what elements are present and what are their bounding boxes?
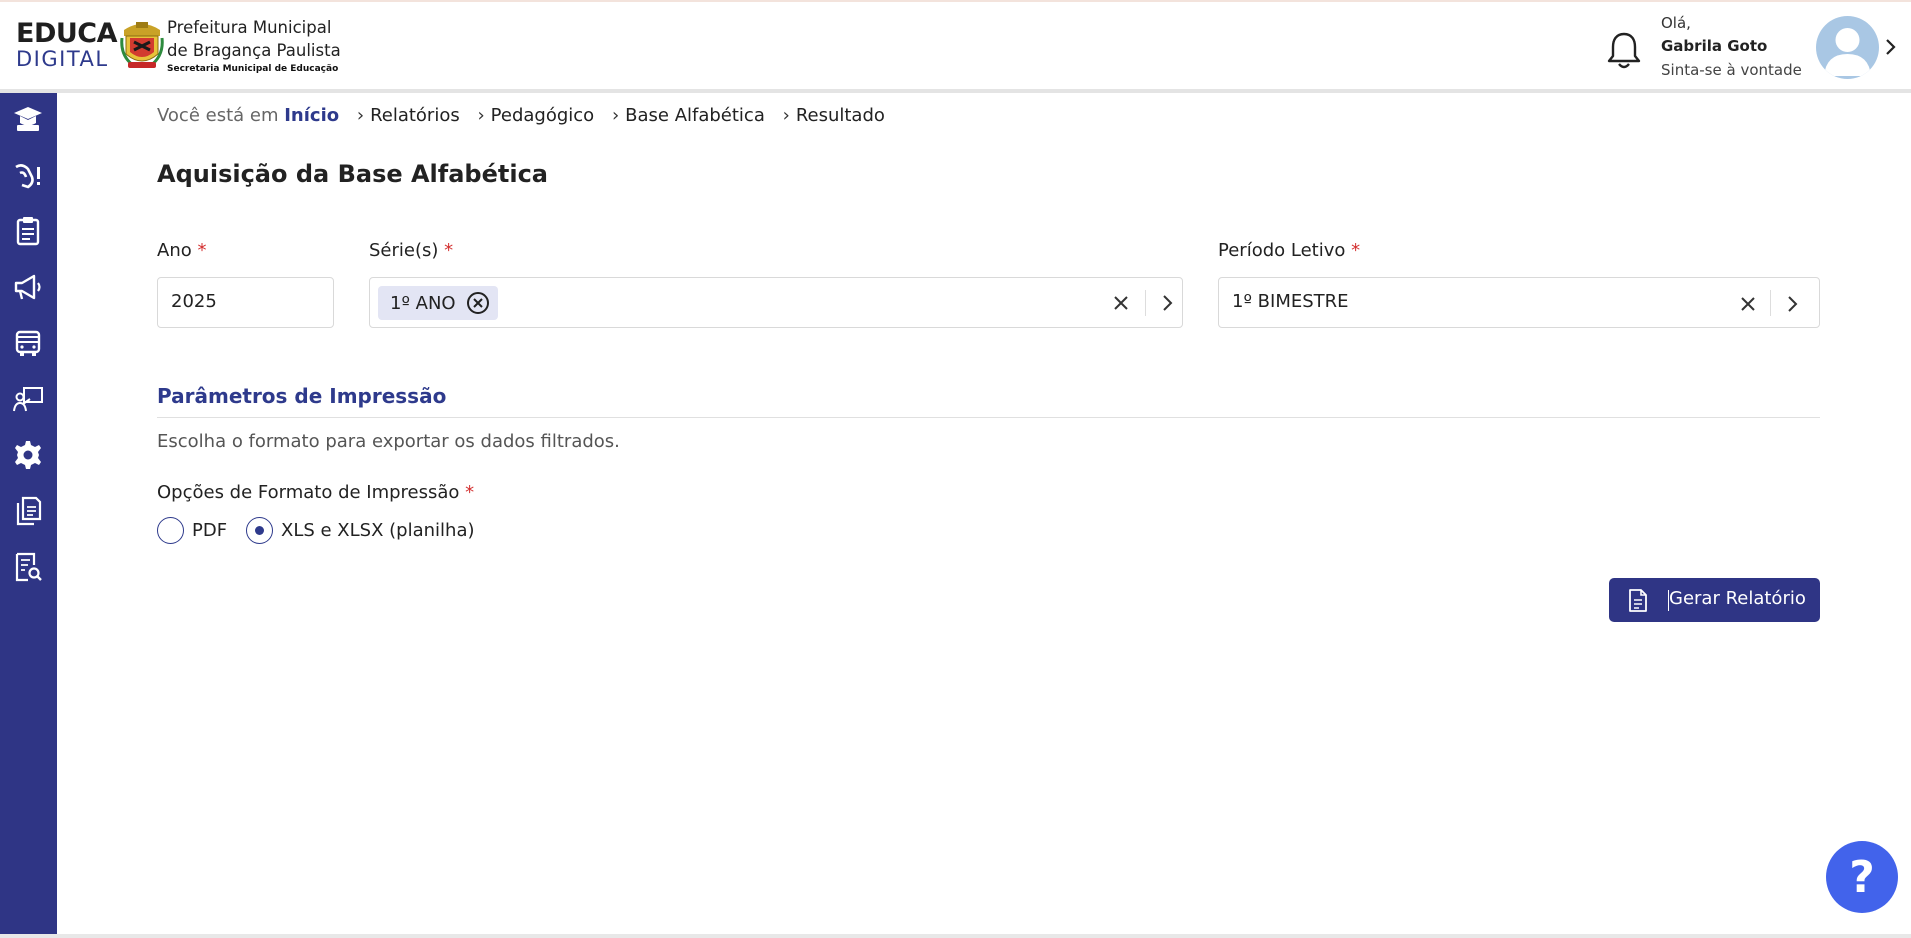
greeting-text: Olá, bbox=[1661, 14, 1691, 32]
format-options-label: Opções de Formato de Impressão * bbox=[157, 482, 474, 503]
print-params-title: Parâmetros de Impressão bbox=[157, 384, 447, 408]
sidebar bbox=[0, 93, 57, 938]
logo-digital-text: DIGITAL bbox=[16, 47, 109, 71]
breadcrumb: Você está em Início › Relatórios › Pedagóg… bbox=[157, 105, 885, 126]
clipboard-icon[interactable] bbox=[12, 215, 44, 247]
educa-digital-logo[interactable]: EDUCA DIGITAL bbox=[16, 18, 118, 71]
megaphone-icon[interactable] bbox=[12, 271, 44, 303]
breadcrumb-item-resultado: Resultado bbox=[795, 105, 885, 126]
prefeitura-title: Prefeitura Municipal de Bragança Paulist… bbox=[167, 16, 341, 76]
teacher-board-icon[interactable] bbox=[12, 383, 44, 415]
user-menu-chevron-icon[interactable] bbox=[1884, 36, 1898, 58]
breadcrumb-item-pedagogico[interactable]: Pedagógico bbox=[491, 105, 595, 126]
ano-input[interactable]: 2025 bbox=[157, 277, 334, 328]
select-divider bbox=[1770, 290, 1771, 316]
prefeitura-line-2: de Bragança Paulista bbox=[167, 41, 341, 60]
breadcrumb-separator: › bbox=[477, 105, 485, 126]
series-label-text: Série(s) bbox=[369, 240, 439, 261]
report-search-icon[interactable] bbox=[12, 551, 44, 583]
city-crest-icon bbox=[120, 22, 164, 68]
graduation-cap-icon[interactable] bbox=[12, 103, 44, 135]
pdf-radio-label[interactable]: PDF bbox=[192, 520, 227, 541]
breadcrumb-separator: › bbox=[356, 105, 365, 126]
section-divider bbox=[157, 417, 1820, 418]
user-greeting: Olá, Gabrila Goto Sinta-se à vontade bbox=[1661, 12, 1802, 82]
gear-icon[interactable] bbox=[12, 439, 44, 471]
user-avatar[interactable] bbox=[1816, 16, 1879, 79]
user-name: Gabrila Goto bbox=[1661, 37, 1768, 55]
header-divider bbox=[0, 89, 1911, 93]
series-select[interactable]: 1º ANO bbox=[369, 277, 1183, 328]
series-chip: 1º ANO bbox=[378, 286, 498, 320]
documents-icon[interactable] bbox=[12, 495, 44, 527]
clear-periodo-icon[interactable] bbox=[1739, 295, 1757, 313]
periodo-value: 1º BIMESTRE bbox=[1232, 291, 1349, 312]
periodo-chevron-right-icon[interactable] bbox=[1787, 294, 1799, 314]
print-params-description: Escolha o formato para exportar os dados… bbox=[157, 431, 620, 452]
required-marker: * bbox=[465, 482, 475, 503]
periodo-select[interactable]: 1º BIMESTRE bbox=[1218, 277, 1820, 328]
notification-bell-icon[interactable] bbox=[1606, 30, 1642, 70]
series-label: Série(s) * bbox=[369, 240, 453, 261]
breadcrumb-item-relatorios[interactable]: Relatórios bbox=[370, 105, 460, 126]
format-options-label-text: Opções de Formato de Impressão bbox=[157, 482, 460, 503]
remove-chip-icon[interactable] bbox=[466, 291, 490, 315]
required-marker: * bbox=[444, 240, 454, 261]
horizontal-scrollbar[interactable] bbox=[0, 934, 1911, 938]
secretaria-text: Secretaria Municipal de Educação bbox=[167, 64, 339, 74]
xls-radio-label[interactable]: XLS e XLSX (planilha) bbox=[281, 520, 475, 541]
user-silhouette-icon bbox=[1824, 28, 1871, 76]
help-button[interactable]: ? bbox=[1826, 841, 1898, 913]
app-header: EDUCA DIGITAL Prefeitura Municipal de Br… bbox=[0, 2, 1911, 89]
breadcrumb-item-base-alfabetica[interactable]: Base Alfabética bbox=[625, 105, 765, 126]
generate-report-label: Gerar Relatório bbox=[1669, 588, 1806, 609]
series-chip-label: 1º ANO bbox=[390, 292, 456, 314]
generate-report-button[interactable]: Gerar Relatório bbox=[1609, 578, 1820, 622]
prefeitura-line-1: Prefeitura Municipal bbox=[167, 18, 332, 37]
select-divider bbox=[1145, 290, 1146, 316]
document-icon bbox=[1629, 589, 1647, 612]
breadcrumb-home-link[interactable]: Início bbox=[284, 105, 339, 126]
xls-radio[interactable] bbox=[246, 517, 273, 544]
page-title: Aquisição da Base Alfabética bbox=[157, 160, 548, 188]
required-marker: * bbox=[1351, 240, 1361, 261]
ano-value: 2025 bbox=[171, 291, 217, 312]
periodo-label-text: Período Letivo bbox=[1218, 240, 1346, 261]
clear-series-icon[interactable] bbox=[1112, 294, 1130, 312]
ano-label: Ano * bbox=[157, 240, 206, 261]
breadcrumb-separator: › bbox=[611, 105, 620, 126]
bus-icon[interactable] bbox=[12, 327, 44, 359]
pdf-radio[interactable] bbox=[157, 517, 184, 544]
breadcrumb-separator: › bbox=[782, 105, 790, 126]
help-question-icon: ? bbox=[1849, 851, 1875, 903]
ano-label-text: Ano bbox=[157, 240, 192, 261]
series-chevron-right-icon[interactable] bbox=[1162, 293, 1174, 313]
logo-educa-text: EDUCA bbox=[16, 18, 118, 49]
breadcrumb-prefix: Você está em bbox=[157, 105, 279, 126]
required-marker: * bbox=[197, 240, 207, 261]
periodo-label: Período Letivo * bbox=[1218, 240, 1360, 261]
user-subtitle: Sinta-se à vontade bbox=[1661, 61, 1802, 79]
hand-alert-icon[interactable] bbox=[12, 159, 44, 191]
